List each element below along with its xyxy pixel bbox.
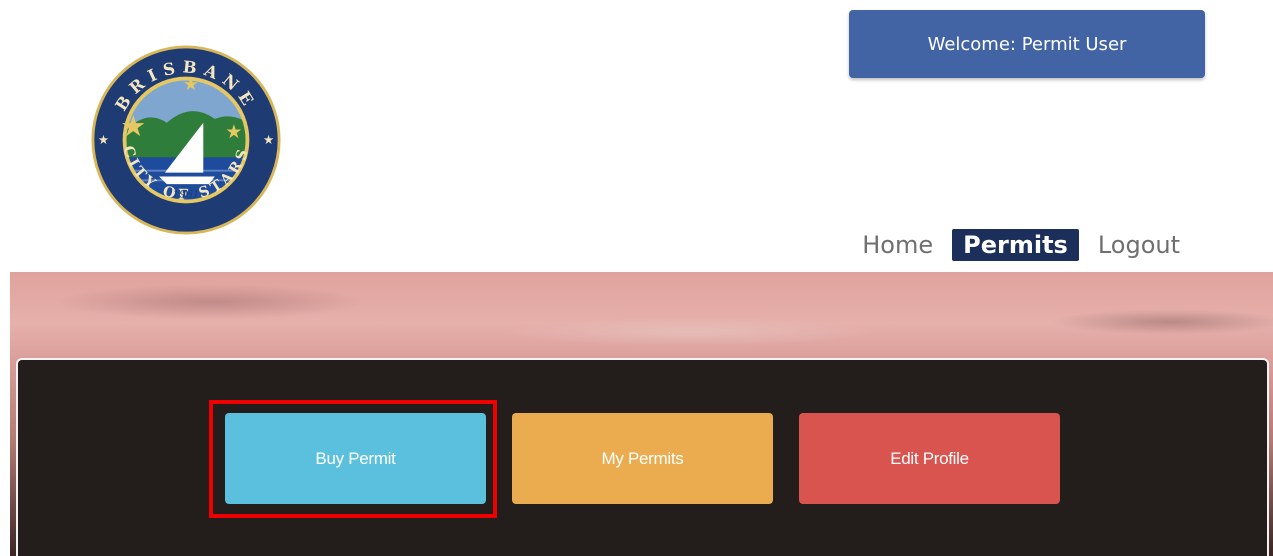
svg-text:★: ★ [98, 133, 109, 147]
welcome-text: Welcome: Permit User [927, 33, 1127, 55]
svg-text:★: ★ [183, 74, 198, 94]
nav-home-link[interactable]: Home [851, 227, 944, 263]
svg-text:★: ★ [120, 111, 146, 143]
nav-permits-link[interactable]: Permits [952, 229, 1079, 261]
svg-text:★: ★ [263, 133, 274, 147]
edit-profile-button[interactable]: Edit Profile [799, 413, 1060, 504]
my-permits-button[interactable]: My Permits [512, 413, 773, 504]
buy-permit-button[interactable]: Buy Permit [225, 413, 486, 504]
welcome-banner: Welcome: Permit User [849, 10, 1205, 78]
nav-logout-link[interactable]: Logout [1087, 227, 1191, 263]
main-nav: Home Permits Logout [851, 224, 1191, 266]
svg-text:★: ★ [225, 122, 242, 143]
city-seal-logo: BRISBANE CITY OF STARS 1961 ★ ★ ★ ★ ★ [91, 45, 281, 235]
seal-year: 1961 [173, 189, 200, 201]
